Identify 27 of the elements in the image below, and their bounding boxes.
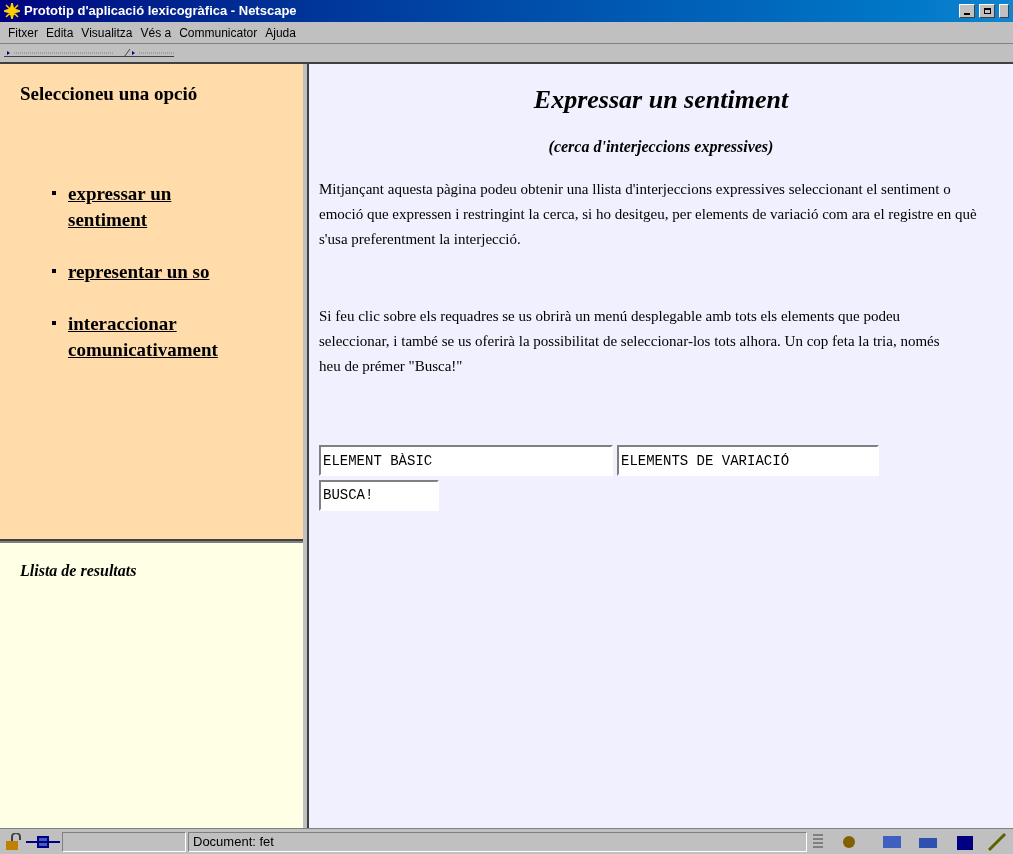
menu-item[interactable]: Communicator — [175, 23, 262, 42]
paragraph: Mitjançant aquesta pàgina podeu obtenir una llista d'interjeccions expressives seleccionant el sentiment o emoció que expressen i restringint la cerca, si ho desitgeu, per elements de variació com ara el registre en què s'usa preferentment la interjecció. — [319, 180, 978, 249]
star-icon — [4, 3, 20, 19]
page-subtitle: (cerca d'interjeccions expressives) — [547, 137, 775, 158]
option-link[interactable]: interaccionar comunicativament — [68, 310, 218, 363]
page-title: Expressar un sentiment — [532, 84, 790, 116]
results-heading: Llista de resultats — [20, 562, 137, 579]
menu-item[interactable]: Vés a — [136, 23, 176, 42]
selection-field[interactable]: ELEMENTS DE VARIACIÓ — [617, 445, 879, 476]
bullet-icon — [52, 190, 56, 195]
window-title: Prototip d'aplicació lexicogràfica - Netscape — [24, 2, 298, 21]
search-button[interactable]: BUSCA! — [319, 480, 439, 511]
lock-icon — [4, 832, 24, 851]
menu-item[interactable]: Edita — [42, 23, 78, 42]
panel-heading: Seleccioneu una opció — [20, 82, 199, 106]
bullet-icon — [52, 268, 56, 273]
status-text: Document: fet — [188, 831, 807, 852]
menu-item[interactable]: Ajuda — [261, 23, 300, 42]
option-link[interactable]: representar un so — [68, 258, 218, 285]
bullet-icon — [52, 320, 56, 325]
minimize-button[interactable] — [959, 4, 975, 18]
option-link[interactable]: expressar un sentiment — [68, 180, 218, 233]
selection-field[interactable]: ELEMENT BÀSIC — [319, 445, 613, 476]
paragraph: Si feu clic sobre els requadres se us obrirà un menú desplegable amb tots els elements que podeu seleccionar, i també se us oferirà la possibilitat de seleccionar-los tots alhora. Un cop feta la tria, només heu de prémer "Busca!" — [319, 307, 941, 376]
menu-item[interactable]: Visualitza — [77, 23, 137, 42]
menu-item[interactable]: Fitxer — [4, 23, 42, 42]
restore-button[interactable] — [979, 4, 995, 18]
